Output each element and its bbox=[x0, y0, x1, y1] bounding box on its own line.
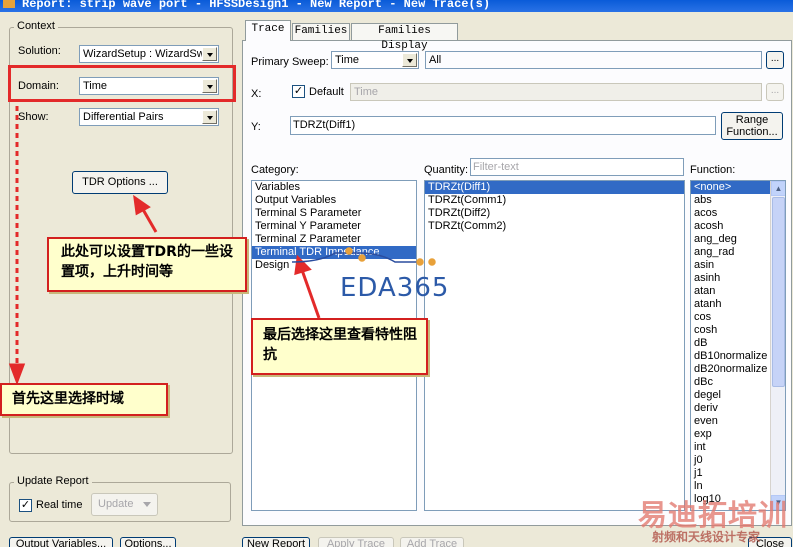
annotation-impedance: 最后选择这里查看特性阻抗 bbox=[251, 318, 428, 375]
arrow-tdr-head bbox=[133, 194, 151, 216]
brand-subtitle-watermark: 射频和天线设计专家 bbox=[652, 530, 761, 544]
eda365-watermark: EDA365 bbox=[340, 273, 450, 303]
eda365-logo-mark bbox=[291, 247, 436, 266]
arrow-impedance-head bbox=[294, 254, 312, 276]
annotation-tdr-options: 此处可以设置TDR的一些设置项，上升时间等 bbox=[47, 237, 247, 292]
annotation-domain: 首先这里选择时域 bbox=[0, 383, 168, 416]
arrow-domain-head bbox=[8, 363, 26, 386]
arrow-impedance-line bbox=[300, 269, 321, 319]
